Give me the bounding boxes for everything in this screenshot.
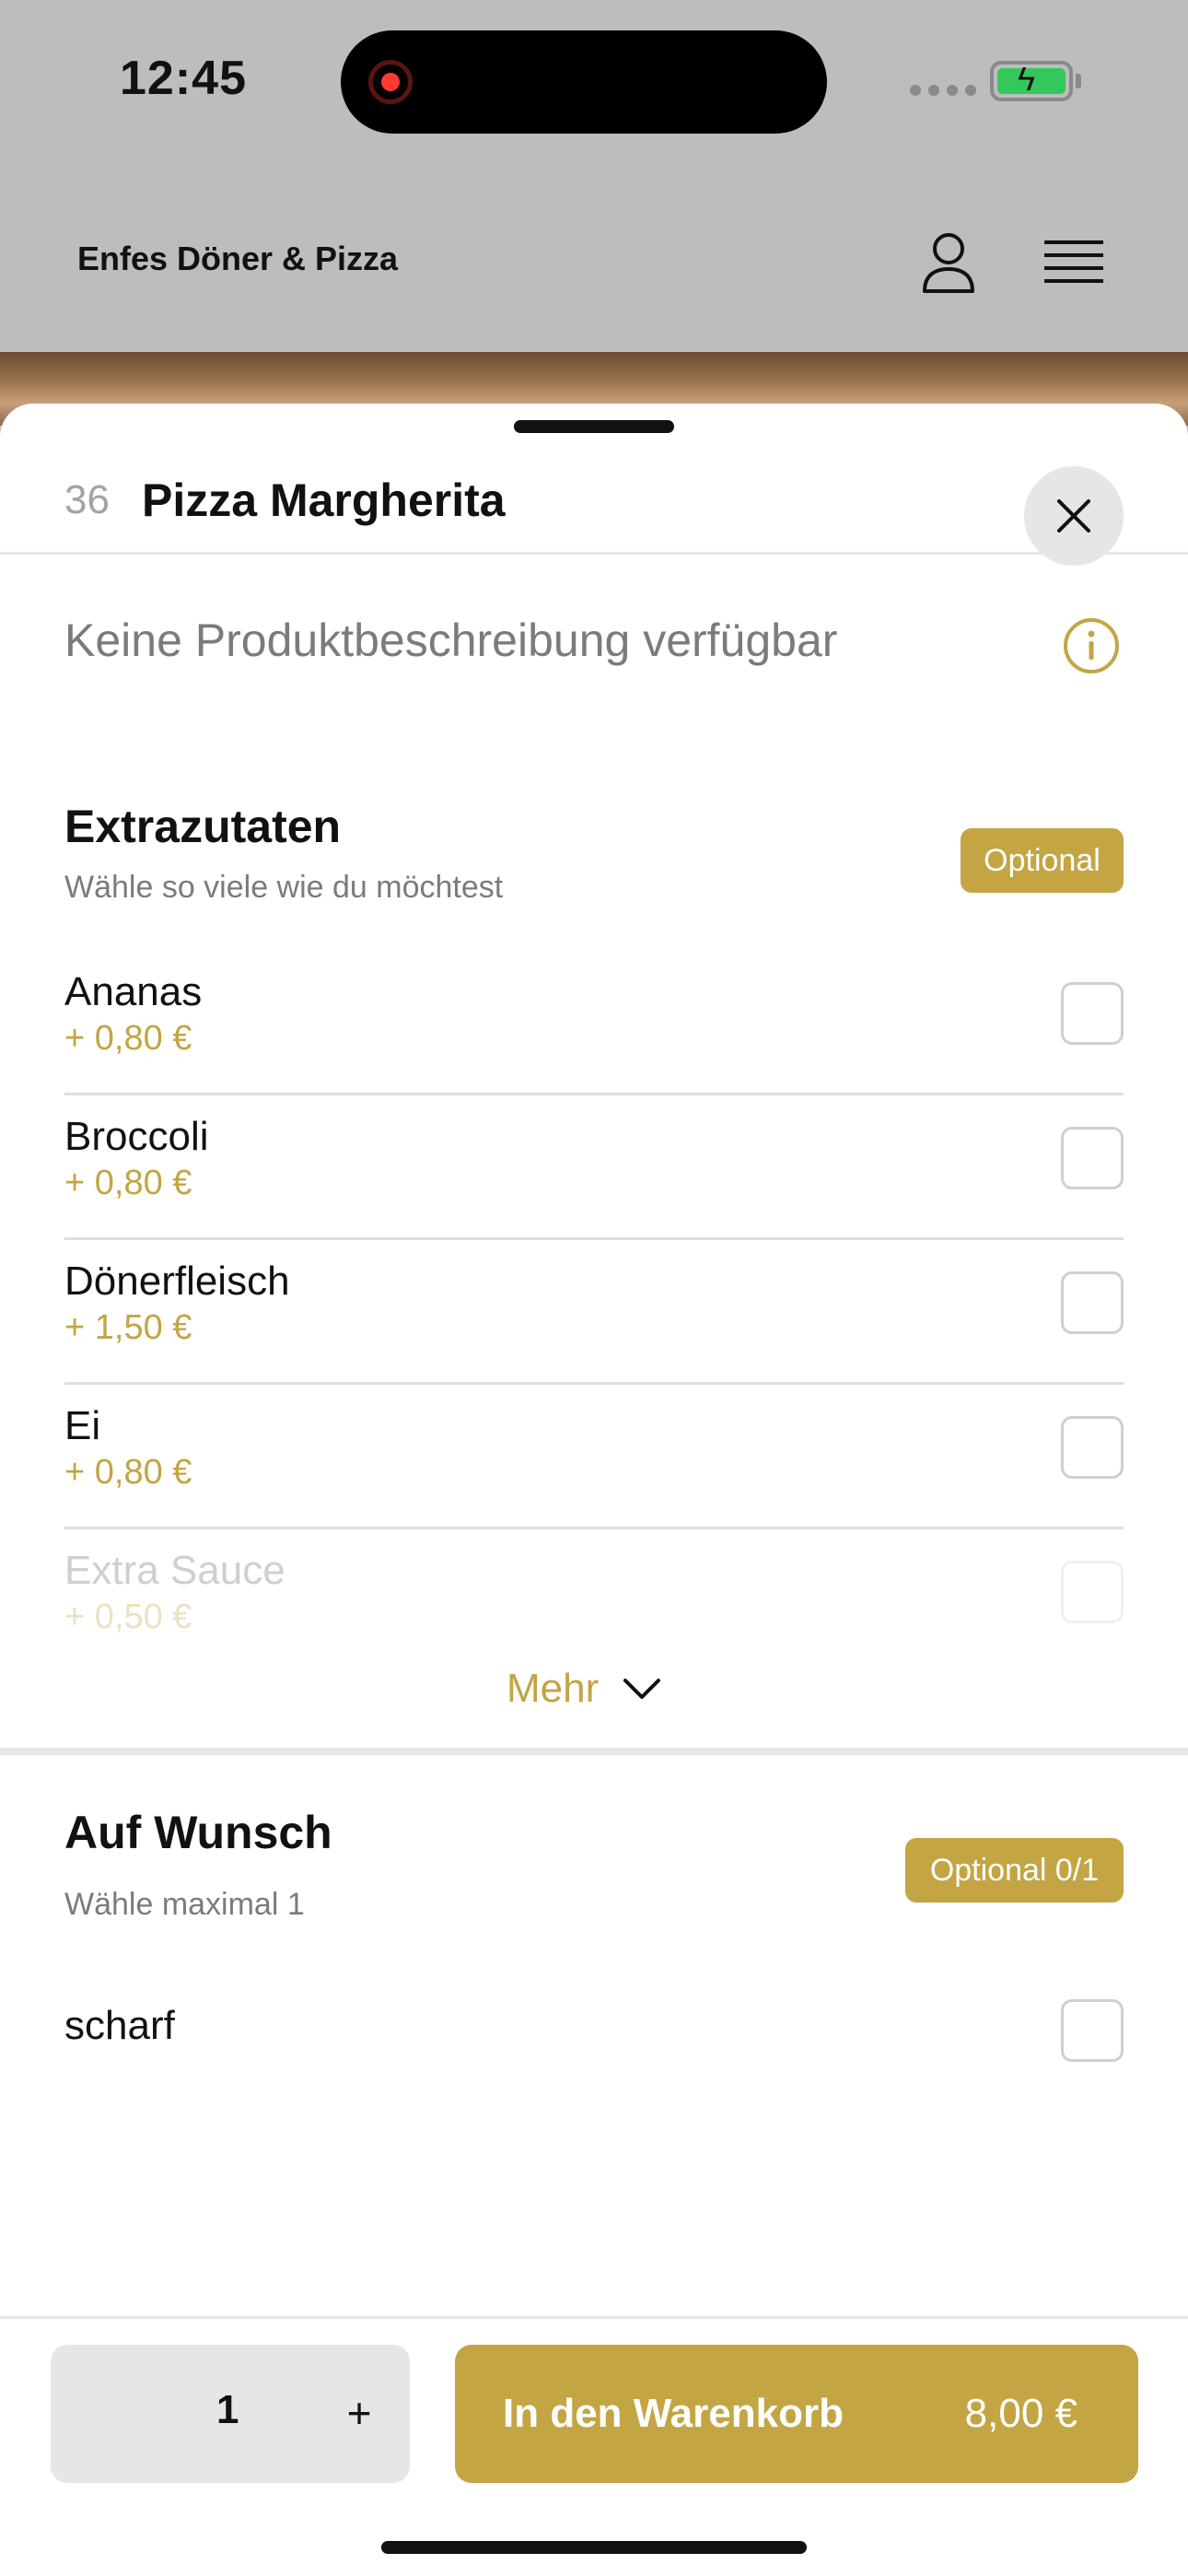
badge-optional: Optional [961,828,1124,893]
section-title-extrazutaten: Extrazutaten [64,801,342,852]
sheet-header: 36 Pizza Margherita [0,431,1188,566]
option-name: Ananas [64,969,203,1014]
quantity-stepper: 1 + [51,2345,410,2483]
option-name: Broccoli [64,1114,209,1159]
more-label: Mehr [507,1666,600,1711]
add-to-cart-label: In den Warenkorb [503,2391,844,2436]
more-button[interactable]: Mehr [507,1666,661,1712]
signal-icon [910,85,976,96]
status-bar: 12:45 ϟ [0,0,1188,166]
option-price: + 0,80 € [64,1164,192,1202]
option-row-broccoli[interactable]: Broccoli + 0,80 € [64,1095,1124,1240]
battery-icon: ϟ [990,61,1073,101]
option-price: + 0,80 € [64,1453,192,1492]
badge-optional-count: Optional 0/1 [905,1838,1124,1903]
option-row-doenerfleisch[interactable]: Dönerfleisch + 1,50 € [64,1240,1124,1385]
phone-screen: 12:45 ϟ Enfes Döner & Pizza 36 Pizza Mar… [0,0,1188,2576]
section-divider [0,1748,1188,1755]
increment-button[interactable]: + [329,2376,390,2450]
option-checkbox[interactable] [1061,1561,1124,1623]
option-name: Ei [64,1403,101,1448]
close-button[interactable] [1024,466,1124,566]
add-to-cart-button[interactable]: In den Warenkorb 8,00 € [455,2345,1138,2483]
section-subtitle-auf-wunsch: Wähle maximal 1 [64,1887,305,1922]
option-row-ananas[interactable]: Ananas + 0,80 € [64,951,1124,1095]
battery-cap [1076,74,1081,88]
cart-price: 8,00 € [964,2391,1077,2436]
close-icon [1057,499,1090,533]
option-name: Extra Sauce [64,1548,285,1593]
option-checkbox[interactable] [1061,1271,1124,1334]
footer-divider [0,2316,1188,2319]
section-title-auf-wunsch: Auf Wunsch [64,1807,332,1858]
section-subtitle-extrazutaten: Wähle so viele wie du möchtest [64,870,504,905]
user-icon[interactable] [921,230,976,295]
dynamic-island [341,30,827,134]
option-row-scharf[interactable]: scharf [64,1983,1124,2084]
option-checkbox[interactable] [1061,982,1124,1045]
product-sheet: 36 Pizza Margherita Keine Produktbeschre… [0,404,1188,2576]
item-title: Pizza Margherita [142,474,506,526]
option-row-extra-sauce[interactable]: Extra Sauce + 0,50 € [64,1529,1124,1674]
record-icon [368,60,413,104]
home-indicator[interactable] [381,2541,807,2554]
status-time: 12:45 [120,52,247,105]
option-checkbox[interactable] [1061,1416,1124,1479]
option-name: Dönerfleisch [64,1259,290,1304]
chevron-down-icon [623,1679,661,1699]
option-checkbox[interactable] [1061,1999,1124,2062]
option-name: scharf [64,2003,175,2048]
restaurant-title: Enfes Döner & Pizza [77,240,399,277]
app-header: Enfes Döner & Pizza [0,166,1188,350]
option-price: + 1,50 € [64,1308,192,1347]
option-price: + 0,50 € [64,1598,192,1636]
option-row-ei[interactable]: Ei + 0,80 € [64,1385,1124,1529]
option-price: + 0,80 € [64,1019,192,1058]
option-checkbox[interactable] [1061,1127,1124,1189]
menu-icon[interactable] [1044,235,1103,290]
item-number: 36 [64,477,110,522]
info-icon[interactable] [1063,617,1120,674]
quantity-value: 1 [216,2387,239,2432]
product-description: Keine Produktbeschreibung verfügbar [64,615,838,666]
